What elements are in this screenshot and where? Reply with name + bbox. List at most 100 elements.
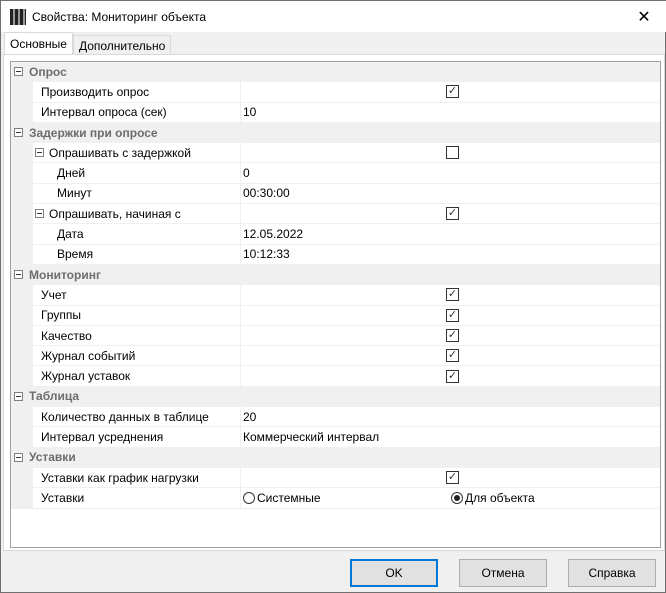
radio-object[interactable]: Для объекта (451, 491, 535, 505)
property-row[interactable]: Журнал уставок ✓ (11, 366, 660, 387)
radio-system[interactable]: Системные (243, 491, 321, 505)
value-text[interactable]: 12.05.2022 (243, 227, 303, 241)
property-name: Опрашивать с задержкой (33, 143, 241, 163)
row-gutter (11, 102, 33, 122)
property-value[interactable]: ✓ (241, 306, 660, 325)
property-value[interactable]: 12.05.2022 (241, 224, 660, 243)
help-button[interactable]: Справка (568, 559, 656, 587)
collapse-icon[interactable] (35, 148, 44, 158)
value-text[interactable]: 10 (243, 105, 256, 119)
ok-button[interactable]: OK (350, 559, 438, 587)
radio-icon[interactable] (451, 491, 463, 504)
property-row[interactable]: Журнал событий ✓ (11, 346, 660, 367)
property-row[interactable]: Количество данных в таблице 20 (11, 407, 660, 428)
property-row[interactable]: Группы ✓ (11, 305, 660, 326)
close-button[interactable]: ✕ (621, 1, 666, 32)
cancel-button[interactable]: Отмена (459, 559, 547, 587)
collapse-icon[interactable] (35, 209, 44, 219)
property-row[interactable]: Дата 12.05.2022 (11, 224, 660, 245)
tab-additional[interactable]: Дополнительно (72, 35, 172, 55)
value-text[interactable]: 00:30:00 (243, 186, 290, 200)
value-text[interactable]: 10:12:33 (243, 247, 290, 261)
property-value[interactable]: 00:30:00 (241, 184, 660, 203)
property-name: Уставки (33, 488, 241, 508)
checkbox[interactable]: ✓ (446, 369, 459, 383)
collapse-icon[interactable] (14, 452, 23, 462)
property-label: Интервал опроса (сек) (41, 105, 167, 120)
property-label: Минут (57, 186, 92, 201)
row-gutter (11, 285, 33, 305)
property-label: Уставки как график нагрузки (41, 470, 199, 485)
property-name: Дата (33, 224, 241, 244)
row-gutter (11, 366, 33, 386)
property-row[interactable]: Учет ✓ (11, 285, 660, 306)
window-title: Свойства: Мониторинг объекта (32, 9, 206, 24)
property-value[interactable]: 0 (241, 163, 660, 182)
category-row[interactable]: Мониторинг (11, 264, 660, 286)
property-label: Качество (41, 328, 92, 343)
property-value[interactable]: ✓ (241, 366, 660, 385)
tab-main[interactable]: Основные (4, 32, 73, 54)
row-gutter (11, 82, 33, 102)
checkbox[interactable]: ✓ (446, 471, 459, 485)
checkbox[interactable] (446, 146, 459, 160)
property-name: Минут (33, 183, 241, 204)
property-row[interactable]: Интервал усреднения Коммерческий интервал (11, 427, 660, 448)
property-value[interactable]: ✓ (241, 82, 660, 101)
category-label: Опрос (29, 64, 67, 79)
property-label: Журнал уставок (41, 369, 131, 384)
property-label: Дней (57, 166, 86, 181)
property-row[interactable]: Дней 0 (11, 163, 660, 184)
row-gutter (11, 244, 33, 264)
property-value[interactable]: 20 (241, 407, 660, 426)
property-row[interactable]: Опрашивать, начиная с ✓ (11, 204, 660, 225)
category-row[interactable]: Опрос (11, 62, 660, 83)
checkbox[interactable]: ✓ (446, 329, 459, 342)
category-label: Таблица (29, 389, 80, 404)
property-value[interactable]: ✓ (241, 285, 660, 304)
category-label: Задержки при опросе (29, 125, 158, 140)
collapse-icon[interactable] (14, 391, 23, 401)
property-row[interactable]: Производить опрос ✓ (11, 82, 660, 103)
value-text[interactable]: 20 (243, 410, 256, 424)
property-name: Группы (33, 305, 241, 325)
property-row[interactable]: Интервал опроса (сек) 10 (11, 102, 660, 123)
property-value[interactable]: ✓ (241, 346, 660, 365)
property-row[interactable]: Время 10:12:33 (11, 244, 660, 265)
collapse-icon[interactable] (14, 128, 23, 138)
property-label: Группы (41, 308, 81, 323)
property-row[interactable]: Уставки как график нагрузки ✓ (11, 467, 660, 489)
row-gutter (11, 407, 33, 427)
category-row[interactable]: Таблица (11, 386, 660, 408)
collapse-icon[interactable] (14, 270, 23, 280)
row-gutter (11, 305, 33, 325)
property-name: Опрашивать, начиная с (33, 204, 241, 224)
value-text[interactable]: 0 (243, 166, 250, 180)
category-row[interactable]: Уставки (11, 447, 660, 468)
row-gutter (11, 163, 33, 183)
property-row[interactable]: Уставки Системные Для объекта (11, 488, 660, 509)
checkbox[interactable]: ✓ (446, 308, 459, 322)
property-value[interactable]: ✓ (241, 468, 660, 487)
property-value[interactable]: ✓ (241, 204, 660, 223)
property-label: Производить опрос (41, 84, 150, 99)
property-value[interactable] (241, 143, 660, 162)
checkbox[interactable]: ✓ (446, 288, 459, 302)
property-value[interactable]: ✓ (241, 326, 660, 345)
property-row[interactable]: Минут 00:30:00 (11, 183, 660, 205)
property-value[interactable]: 10 (241, 103, 660, 122)
checkbox[interactable]: ✓ (446, 85, 459, 99)
radio-icon[interactable] (243, 491, 255, 504)
property-value[interactable]: 10:12:33 (241, 245, 660, 264)
property-grid: Опрос Производить опрос ✓ Интервал опроса (… (10, 61, 661, 548)
property-value[interactable]: Системные Для объекта (241, 488, 660, 507)
category-label: Мониторинг (29, 267, 101, 282)
checkbox[interactable]: ✓ (446, 349, 459, 363)
value-text[interactable]: Коммерческий интервал (243, 430, 379, 444)
checkbox[interactable]: ✓ (446, 207, 459, 221)
property-row[interactable]: Опрашивать с задержкой (11, 143, 660, 164)
property-value[interactable]: Коммерческий интервал (241, 427, 660, 446)
category-row[interactable]: Задержки при опросе (11, 122, 660, 144)
collapse-icon[interactable] (14, 67, 23, 77)
property-row[interactable]: Качество ✓ (11, 325, 660, 347)
